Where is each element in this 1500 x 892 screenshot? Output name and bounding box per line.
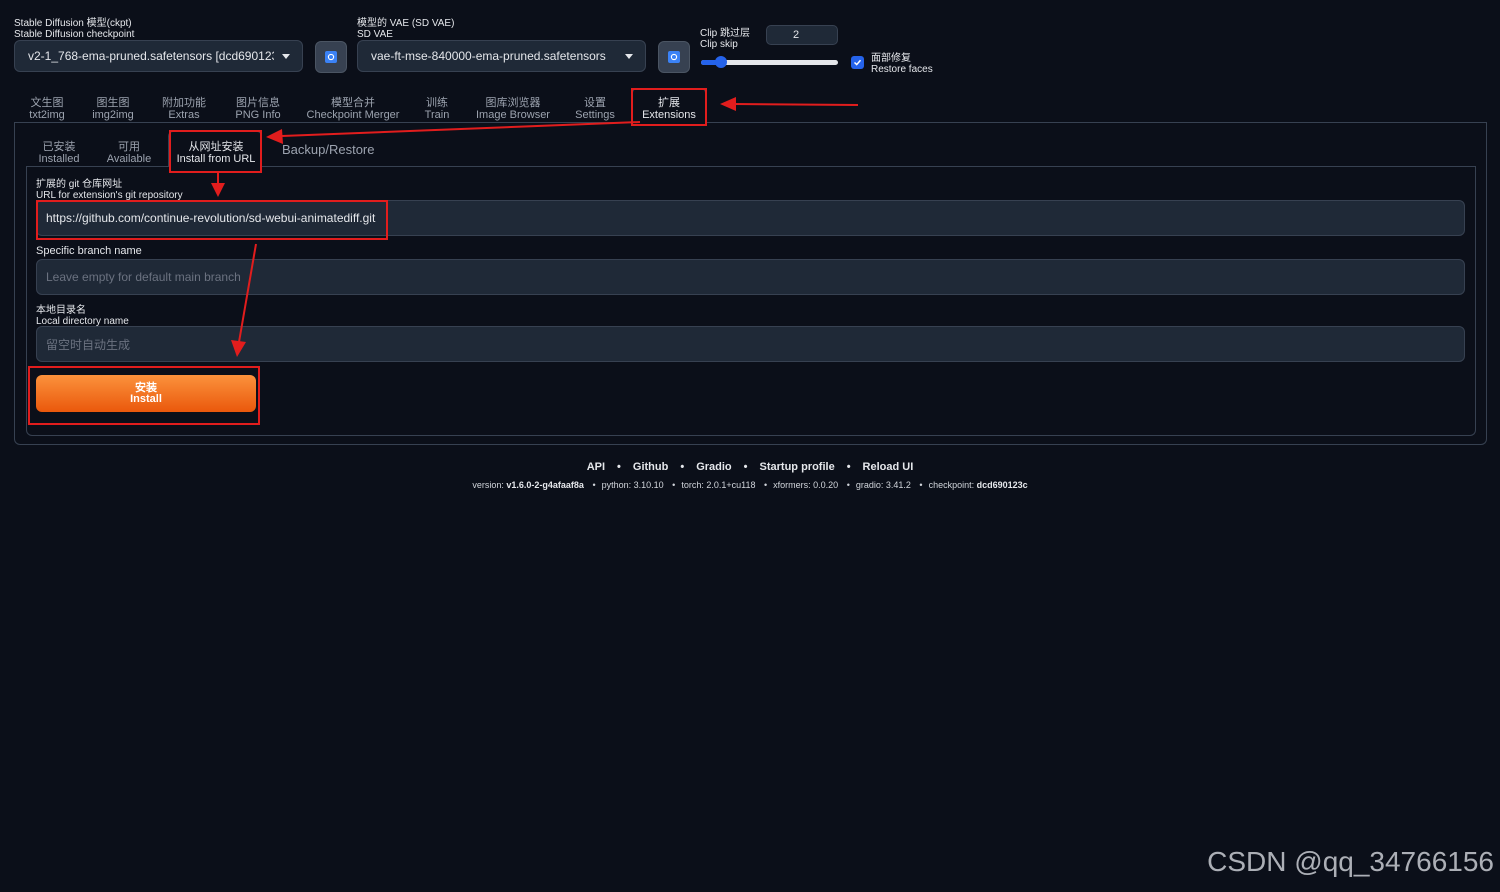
footer-link-github[interactable]: Github	[633, 461, 668, 473]
footer-link-api[interactable]: API	[587, 461, 605, 473]
checkpoint-value: dcd690123c	[976, 480, 1028, 490]
python-version: python: 3.10.10	[601, 480, 664, 490]
footer-link-startup-profile[interactable]: Startup profile	[760, 461, 835, 473]
footer-separator: •	[617, 461, 621, 473]
arrow-icon	[211, 173, 225, 197]
footer-link-reload-ui[interactable]: Reload UI	[863, 461, 914, 473]
footer-separator: •	[743, 461, 748, 473]
version-label: version:	[472, 480, 504, 490]
footer-separator: •	[672, 480, 676, 490]
arrow-icon	[720, 97, 859, 111]
footer-separator: •	[763, 480, 768, 490]
footer-separator: •	[846, 480, 850, 490]
version-value: v1.6.0-2-g4afaaf8a	[506, 480, 584, 490]
watermark: CSDN @qq_34766156	[1207, 846, 1494, 877]
footer-links: API • Github • Gradio • Startup profile • Reload…	[0, 461, 1500, 473]
footer-link-gradio[interactable]: Gradio	[696, 461, 731, 473]
annotation-arrows	[211, 97, 859, 357]
arrow-icon	[231, 243, 257, 357]
footer-separator: •	[919, 480, 923, 490]
xformers-version: xformers: 0.0.20	[773, 480, 839, 490]
footer-version-info: version: v1.6.0-2-g4afaaf8a • python: 3.1…	[0, 480, 1500, 490]
checkpoint-label: checkpoint:	[928, 480, 975, 490]
footer-separator: •	[846, 461, 851, 473]
arrow-icon	[266, 121, 641, 144]
footer-separator: •	[592, 480, 596, 490]
torch-version: torch: 2.0.1+cu118	[681, 480, 756, 490]
gradio-version: gradio: 3.41.2	[855, 480, 911, 490]
footer-separator: •	[680, 461, 685, 473]
